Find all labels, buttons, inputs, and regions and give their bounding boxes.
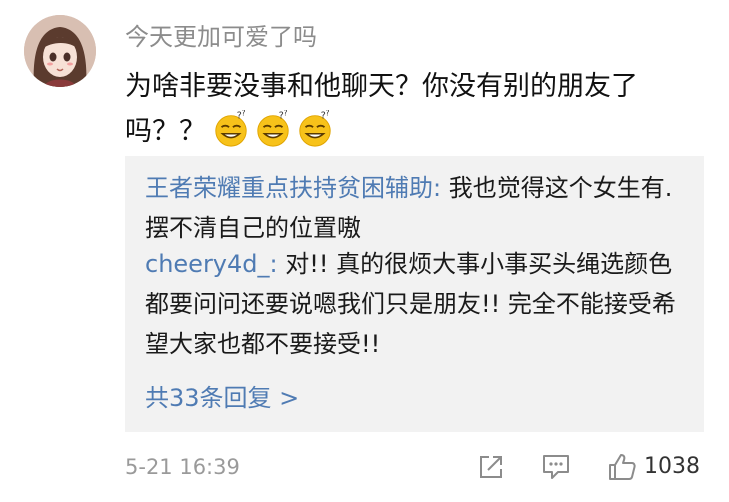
more-replies-link[interactable]: 共33条回复 > — [145, 378, 299, 418]
emoji-group: ?????? — [206, 110, 338, 147]
svg-text:?: ? — [283, 110, 287, 118]
like-count: 1038 — [644, 454, 700, 479]
sweat-smile-emoji-icon: ?? — [257, 110, 289, 147]
comment-timestamp: 5-21 16:39 — [125, 455, 240, 479]
share-icon — [480, 456, 502, 478]
svg-text:?: ? — [241, 110, 245, 118]
comment-body: 为啥非要没事和他聊天？你没有别的朋友了吗？？ — [125, 71, 638, 147]
share-button[interactable] — [476, 448, 506, 486]
sweat-smile-emoji-icon: ?? — [299, 110, 331, 147]
avatar[interactable] — [24, 15, 96, 87]
thumbs-up-icon — [609, 454, 636, 480]
sweat-smile-emoji-icon: ?? — [215, 110, 247, 147]
reply-username[interactable]: cheery4d_: — [145, 250, 278, 278]
reply-panel[interactable]: 王者荣耀重点扶持贫困辅助: 我也觉得这个女生有.摆不清自己的位置嗷 cheery… — [125, 156, 704, 432]
svg-text:?: ? — [325, 110, 329, 118]
comment-username[interactable]: 今天更加可爱了吗 — [125, 20, 317, 54]
comment-icon — [543, 455, 569, 479]
like-button[interactable]: 1038 — [606, 448, 700, 486]
reply-item[interactable]: 王者荣耀重点扶持贫困辅助: 我也觉得这个女生有.摆不清自己的位置嗷 — [145, 168, 685, 248]
avatar-image — [24, 15, 96, 87]
reply-button[interactable] — [540, 448, 572, 486]
comment-text: 为啥非要没事和他聊天？你没有别的朋友了吗？？?????? — [125, 64, 710, 154]
reply-item[interactable]: cheery4d_: 对!! 真的很烦大事小事买头绳选颜色都要问问还要说嗯我们只… — [145, 244, 685, 364]
reply-username[interactable]: 王者荣耀重点扶持贫困辅助: — [145, 174, 441, 202]
